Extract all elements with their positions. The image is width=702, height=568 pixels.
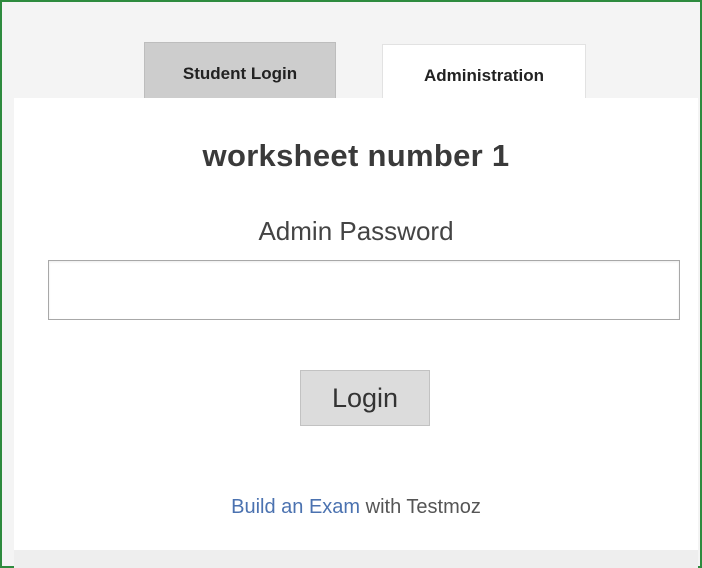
- login-button[interactable]: Login: [300, 370, 430, 426]
- tab-administration[interactable]: Administration: [382, 44, 586, 100]
- tab-student-login[interactable]: Student Login: [144, 42, 336, 98]
- admin-login-panel: worksheet number 1 Admin Password Login …: [14, 98, 698, 550]
- build-exam-link[interactable]: Build an Exam: [231, 496, 360, 518]
- login-frame: Student Login Administration worksheet n…: [0, 0, 702, 568]
- admin-password-label: Admin Password: [258, 216, 454, 246]
- footer-credit: Build an Exam with Testmoz: [14, 496, 698, 519]
- page-title: worksheet number 1: [202, 138, 510, 173]
- footer-suffix: with Testmoz: [360, 496, 481, 518]
- admin-password-input[interactable]: [48, 260, 680, 320]
- bottom-strip: [14, 550, 698, 568]
